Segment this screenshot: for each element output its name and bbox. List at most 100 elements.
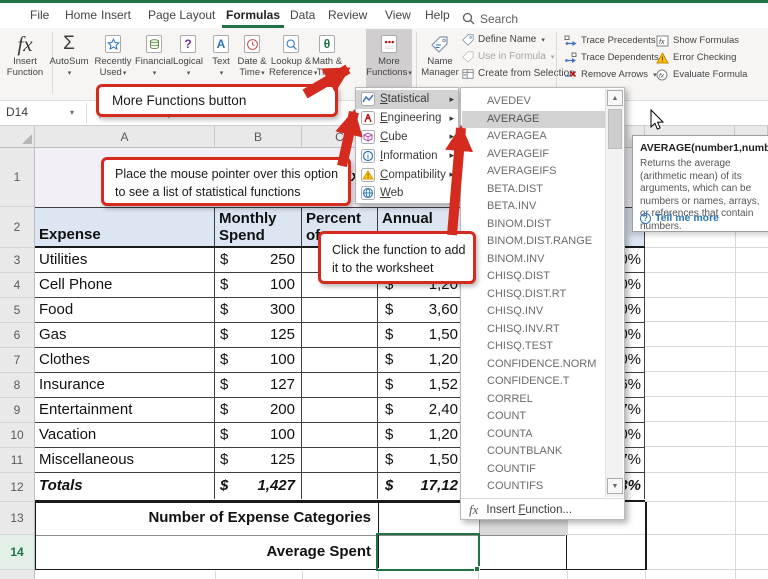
menu-item-information[interactable]: i Information ▸ — [356, 146, 458, 165]
function-item[interactable]: COUNTIFS — [462, 478, 606, 496]
recently-used-button[interactable]: Recently Used▾ — [92, 29, 134, 89]
expense-name-cell[interactable]: Cell Phone — [35, 273, 215, 297]
function-item[interactable]: CONFIDENCE.NORM — [462, 356, 606, 374]
monthly-spend-cell[interactable]: $100 — [215, 423, 302, 447]
function-item[interactable]: COUNT — [462, 408, 606, 426]
ribbon-tab[interactable]: File — [26, 3, 53, 28]
scroll-up-icon[interactable]: ▲ — [607, 90, 623, 106]
error-checking-button[interactable]: ! Error Checking — [656, 49, 736, 66]
define-name-button[interactable]: Define Name▾ — [462, 31, 545, 48]
name-box[interactable]: D14 — [6, 105, 68, 119]
row-header[interactable]: 10 — [0, 423, 34, 448]
function-item[interactable]: CHISQ.DIST.RT — [462, 286, 606, 304]
menu-item-statistical[interactable]: Statistical ▸ — [356, 90, 458, 109]
row-header[interactable]: 13 — [0, 502, 34, 535]
row-header[interactable]: 4 — [0, 273, 34, 298]
tell-me-more-link[interactable]: ? Tell me more — [640, 212, 719, 224]
percent-cell[interactable] — [302, 448, 378, 472]
trace-dependents-button[interactable]: Trace Dependents — [564, 49, 659, 66]
math-trig-button[interactable]: θ Math & Trig▾ — [306, 29, 348, 89]
row-header[interactable]: 12 — [0, 473, 34, 502]
scrollbar-thumb[interactable] — [608, 109, 622, 149]
row-header[interactable]: 3 — [0, 248, 34, 273]
expense-name-cell[interactable]: Vacation — [35, 423, 215, 447]
percent-cell[interactable] — [302, 423, 378, 447]
function-item[interactable]: BETA.DIST — [462, 181, 606, 199]
percent-cell[interactable] — [302, 323, 378, 347]
expense-name-cell[interactable]: Food — [35, 298, 215, 322]
menu-item-compatibility[interactable]: ! Compatibility ▸ — [356, 165, 458, 184]
menu-item-cube[interactable]: Cube ▸ — [356, 128, 458, 147]
column-header-a[interactable]: A — [35, 126, 215, 148]
expense-name-cell[interactable]: Miscellaneous — [35, 448, 215, 472]
percent-cell[interactable] — [302, 298, 378, 322]
function-item[interactable]: CHISQ.INV — [462, 303, 606, 321]
ribbon-tab[interactable]: Insert — [97, 3, 135, 28]
insert-function-menu-item[interactable]: fx Insert Function... — [461, 500, 624, 520]
cell[interactable] — [302, 473, 378, 499]
function-item[interactable]: BINOM.DIST — [462, 216, 606, 234]
function-item[interactable]: CHISQ.INV.RT — [462, 321, 606, 339]
namebox-dropdown-icon[interactable]: ▾ — [70, 108, 74, 117]
date-time-button[interactable]: Date & Time▾ — [231, 29, 273, 89]
monthly-spend-cell[interactable]: $127 — [215, 373, 302, 397]
ribbon-tab[interactable]: Review — [324, 3, 371, 28]
select-all-corner[interactable] — [0, 126, 35, 148]
function-item[interactable]: BINOM.INV — [462, 251, 606, 269]
ribbon-tab[interactable]: View — [381, 3, 415, 28]
monthly-spend-cell[interactable]: $100 — [215, 273, 302, 297]
function-item[interactable]: CONFIDENCE.T — [462, 373, 606, 391]
ribbon-tab[interactable]: Help — [421, 3, 454, 28]
create-from-selection-button[interactable]: Create from Selection — [462, 65, 575, 82]
trace-precedents-button[interactable]: Trace Precedents — [564, 32, 656, 49]
evaluate-formula-button[interactable]: fx Evaluate Formula — [656, 66, 747, 83]
row-header[interactable]: 7 — [0, 348, 34, 373]
monthly-spend-cell[interactable]: $100 — [215, 348, 302, 372]
scroll-down-icon[interactable]: ▼ — [607, 478, 623, 494]
row-header[interactable]: 11 — [0, 448, 34, 473]
expense-name-cell[interactable]: Gas — [35, 323, 215, 347]
function-item[interactable]: BINOM.DIST.RANGE — [462, 233, 606, 251]
totals-label-cell[interactable]: Totals — [35, 473, 215, 499]
row-header[interactable]: 8 — [0, 373, 34, 398]
ribbon-tab[interactable]: Formulas — [222, 3, 284, 28]
column-header-b[interactable]: B — [215, 126, 302, 148]
expense-name-cell[interactable]: Clothes — [35, 348, 215, 372]
function-item[interactable]: BETA.INV — [462, 198, 606, 216]
name-manager-button[interactable]: Name Manager — [418, 29, 462, 89]
function-item[interactable]: AVERAGEA — [462, 128, 606, 146]
row-header[interactable]: 9 — [0, 398, 34, 423]
menu-item-web[interactable]: Web — [356, 184, 458, 203]
fill-handle[interactable] — [474, 566, 480, 572]
ribbon-tab[interactable]: Data — [286, 3, 319, 28]
autosum-button[interactable]: Σ AutoSum ▾ — [47, 29, 91, 89]
selected-cell-d14[interactable] — [376, 533, 480, 571]
totals-monthly-cell[interactable]: $1,427 — [215, 473, 302, 499]
remove-arrows-button[interactable]: Remove Arrows▾ — [564, 66, 657, 83]
use-in-formula-button[interactable]: Use in Formula▾ — [462, 48, 554, 65]
scrollbar[interactable]: ▲ ▼ — [605, 89, 623, 497]
expense-name-cell[interactable]: Utilities — [35, 248, 215, 272]
function-item[interactable]: AVERAGEIFS — [462, 163, 606, 181]
function-item[interactable]: AVERAGE — [462, 111, 606, 129]
function-item[interactable]: AVEDEV — [462, 93, 606, 111]
row-header[interactable]: 6 — [0, 323, 34, 348]
ribbon-tab[interactable]: Home — [61, 3, 101, 28]
monthly-spend-cell[interactable]: $125 — [215, 448, 302, 472]
expense-name-cell[interactable]: Insurance — [35, 373, 215, 397]
show-formulas-button[interactable]: fx Show Formulas — [656, 32, 739, 49]
function-item[interactable]: AVERAGEIF — [462, 146, 606, 164]
row-header[interactable]: 2 — [0, 207, 34, 248]
row-header[interactable]: 5 — [0, 298, 34, 323]
percent-cell[interactable] — [302, 373, 378, 397]
more-functions-button[interactable]: More Functions▾ — [366, 29, 412, 87]
monthly-spend-cell[interactable]: $300 — [215, 298, 302, 322]
function-item[interactable]: CHISQ.DIST — [462, 268, 606, 286]
monthly-spend-cell[interactable]: $125 — [215, 323, 302, 347]
function-item[interactable]: CHISQ.TEST — [462, 338, 606, 356]
function-item[interactable]: COUNTIF — [462, 461, 606, 479]
expense-name-cell[interactable]: Entertainment — [35, 398, 215, 422]
insert-function-button[interactable]: fx Insert Function — [2, 29, 48, 89]
percent-cell[interactable] — [302, 348, 378, 372]
function-item[interactable]: COUNTA — [462, 426, 606, 444]
